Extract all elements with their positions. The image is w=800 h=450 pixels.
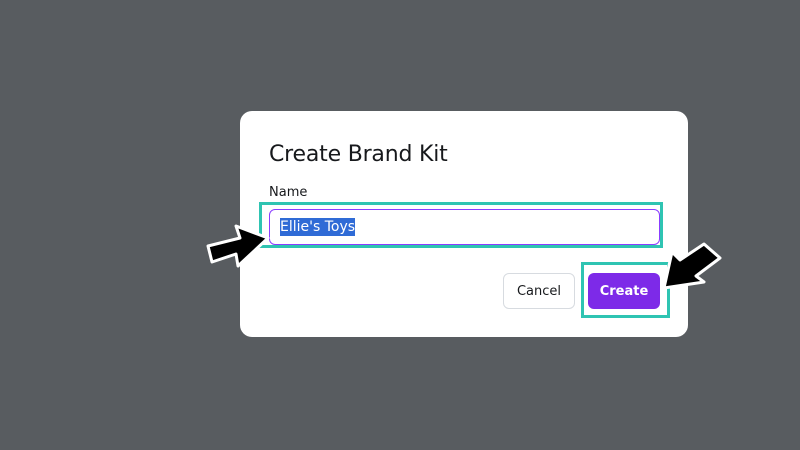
create-brand-kit-dialog: Create Brand Kit Name Ellie's Toys Cance… [240, 111, 688, 337]
name-input[interactable]: Ellie's Toys [269, 209, 660, 245]
name-label: Name [269, 185, 308, 200]
dialog-title: Create Brand Kit [269, 142, 448, 167]
create-button[interactable]: Create [588, 273, 660, 309]
cancel-button[interactable]: Cancel [503, 273, 575, 309]
name-input-value: Ellie's Toys [280, 218, 356, 236]
